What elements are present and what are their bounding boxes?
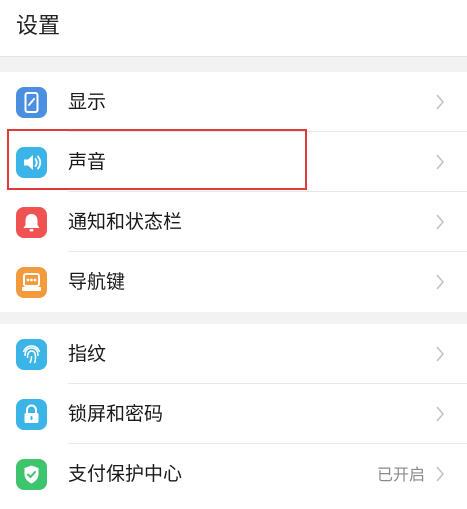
settings-group-security: 指纹 锁屏和密码 支付保护中心 已开启 [0,324,467,509]
display-icon [16,87,47,118]
chevron-right-icon [435,405,445,423]
settings-item-notifications[interactable]: 通知和状态栏 [0,192,467,252]
settings-item-fingerprint[interactable]: 指纹 [0,324,467,384]
settings-item-navigation-keys[interactable]: 导航键 [0,252,467,312]
settings-item-label: 支付保护中心 [68,463,183,485]
settings-item-label: 指纹 [68,343,107,365]
notification-bell-icon [16,207,47,238]
settings-item-display[interactable]: 显示 [0,72,467,132]
chevron-right-icon [435,153,445,171]
settings-item-label: 通知和状态栏 [68,211,183,233]
lock-icon [16,399,47,430]
shield-check-icon [16,459,47,490]
settings-group-device: 显示 声音 通知和状态栏 导航键 [0,72,467,312]
page-title: 设置 [16,14,61,39]
settings-item-payment-protection[interactable]: 支付保护中心 已开启 [0,444,467,504]
status-text: 已开启 [376,465,425,484]
settings-item-label: 声音 [68,151,107,173]
sound-icon [16,147,47,178]
settings-item-label: 显示 [68,91,107,113]
settings-item-sound[interactable]: 声音 [0,132,467,192]
chevron-right-icon [435,345,445,363]
settings-item-label: 锁屏和密码 [68,403,164,425]
fingerprint-icon [16,339,47,370]
navigation-key-icon [16,267,47,298]
settings-item-label: 导航键 [68,271,126,293]
chevron-right-icon [435,465,445,483]
app-header: 设置 [0,0,467,57]
chevron-right-icon [435,213,445,231]
settings-screen: 设置 显示 声音 通知和状态栏 导航键 指纹 锁屏和密码 支付保护中心 已开启 [0,0,467,509]
settings-item-lock-screen[interactable]: 锁屏和密码 [0,384,467,444]
chevron-right-icon [435,93,445,111]
chevron-right-icon [435,273,445,291]
